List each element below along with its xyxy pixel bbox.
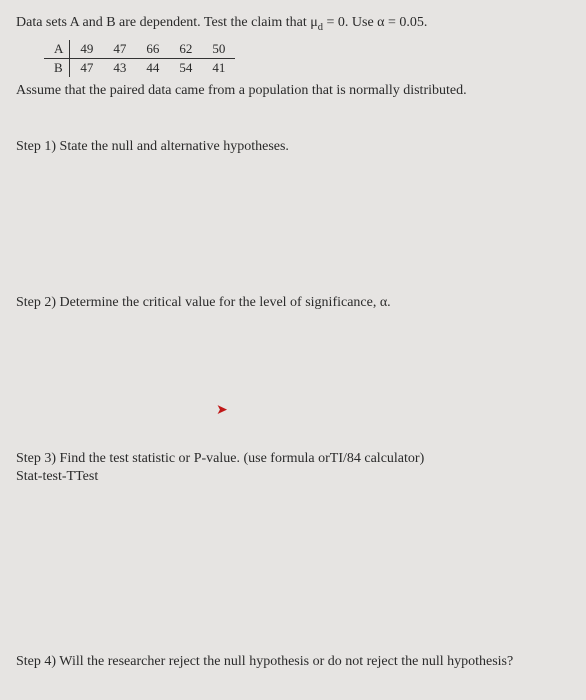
- cell: 49: [70, 40, 104, 59]
- cell: 43: [103, 58, 136, 77]
- step-3-sub: Stat-test-TTest: [16, 469, 570, 485]
- cell: 66: [136, 40, 169, 59]
- cell: 41: [202, 58, 235, 77]
- cell: 62: [169, 40, 202, 59]
- data-table: A 49 47 66 62 50 B 47 43 44 54 41: [44, 40, 235, 77]
- cell: 47: [103, 40, 136, 59]
- cell: 50: [202, 40, 235, 59]
- cell: 54: [169, 58, 202, 77]
- problem-intro: Data sets A and B are dependent. Test th…: [16, 12, 570, 36]
- step-1: Step 1) State the null and alternative h…: [16, 139, 570, 155]
- step-4: Step 4) Will the researcher reject the n…: [16, 654, 513, 670]
- step-3: Step 3) Find the test statistic or P-val…: [16, 451, 570, 467]
- assume-text: Assume that the paired data came from a …: [16, 83, 570, 99]
- step-2: Step 2) Determine the critical value for…: [16, 295, 570, 311]
- cell: 47: [70, 58, 104, 77]
- table-row: A 49 47 66 62 50: [44, 40, 235, 59]
- cursor-icon: ➤: [216, 402, 228, 419]
- cell: 44: [136, 58, 169, 77]
- row-label-a: A: [44, 40, 70, 59]
- table-row: B 47 43 44 54 41: [44, 58, 235, 77]
- row-label-b: B: [44, 58, 70, 77]
